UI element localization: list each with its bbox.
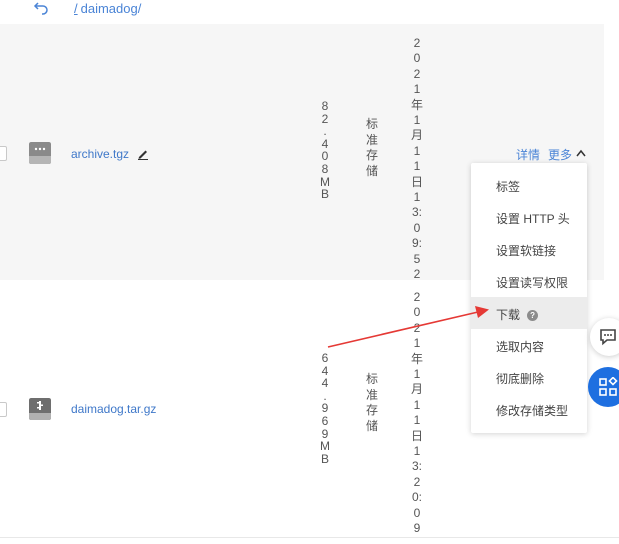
storage-class: 标准存储 <box>365 117 378 178</box>
breadcrumb-folder[interactable]: daimadog/ <box>81 1 142 16</box>
menu-item-http-headers[interactable]: 设置 HTTP 头 <box>471 201 587 233</box>
modified-time: 2 0 2 1 年 1 月 1 1 日 1 3: 0 9: 5 2 <box>410 36 423 282</box>
divider <box>0 537 619 538</box>
archive-file-icon <box>29 142 51 164</box>
more-link[interactable]: 更多 <box>548 148 572 162</box>
help-icon[interactable]: ? <box>527 310 539 321</box>
file-name-link[interactable]: daimadog.tar.gz <box>71 402 156 416</box>
menu-item-download[interactable]: 下载? <box>471 297 587 329</box>
breadcrumb: / daimadog/ <box>74 1 141 16</box>
chevron-up-icon[interactable] <box>576 149 586 157</box>
menu-item-change-storage-class[interactable]: 修改存储类型 <box>471 393 587 425</box>
more-actions-menu: 标签 设置 HTTP 头 设置软链接 设置读写权限 下载? 选取内容 彻底删除 … <box>471 163 587 433</box>
file-size: 82.408MB <box>320 99 330 202</box>
top-bar: / daimadog/ <box>0 0 619 24</box>
row-actions: 详情 更多 <box>516 146 580 163</box>
modified-time: 2 0 2 1 年 1 月 1 1 日 1 3: 2 0: 0 9 <box>410 290 423 536</box>
breadcrumb-root[interactable]: / <box>74 1 78 16</box>
row-checkbox[interactable] <box>0 402 7 417</box>
archive-file-icon <box>29 398 51 420</box>
menu-item-tags[interactable]: 标签 <box>471 169 587 201</box>
menu-item-symlink[interactable]: 设置软链接 <box>471 233 587 265</box>
apps-grid-icon <box>599 377 618 396</box>
back-icon[interactable] <box>33 0 49 16</box>
details-link[interactable]: 详情 <box>516 148 540 162</box>
menu-item-select-content[interactable]: 选取内容 <box>471 329 587 361</box>
file-name-link[interactable]: archive.tgz <box>71 147 129 161</box>
edit-pencil-icon[interactable] <box>137 148 149 160</box>
row-checkbox[interactable] <box>0 146 7 161</box>
menu-item-acl[interactable]: 设置读写权限 <box>471 265 587 297</box>
chat-icon <box>600 329 616 346</box>
file-size: 644.969MB <box>320 351 330 466</box>
menu-item-delete-permanently[interactable]: 彻底删除 <box>471 361 587 393</box>
storage-class: 标准存储 <box>365 372 378 433</box>
